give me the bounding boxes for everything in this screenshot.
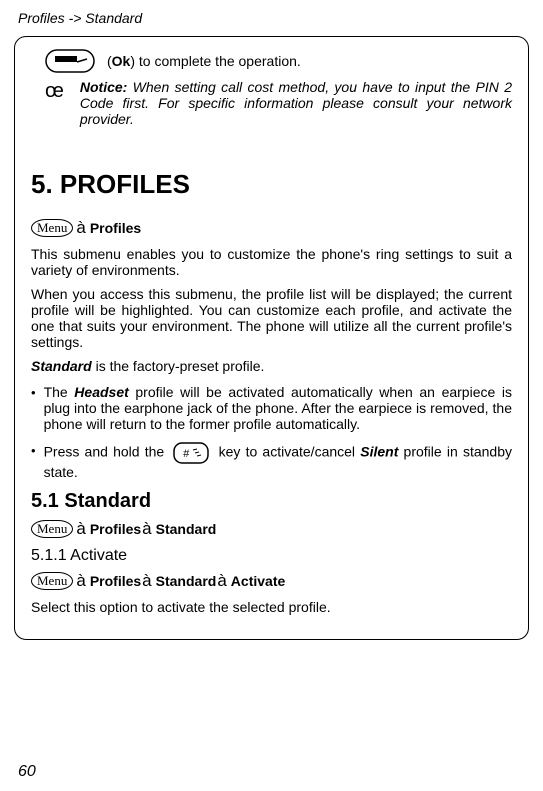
- menu-icon: Menu: [31, 520, 73, 538]
- menu-label: Profiles: [90, 220, 141, 236]
- section-title: 5. PROFILES: [31, 169, 512, 200]
- bullet-text: The Headset profile will be activated au…: [44, 384, 512, 432]
- arrow-icon: à: [142, 571, 151, 591]
- menu-label: Standard: [156, 573, 217, 589]
- content-frame: (Ok) to complete the operation. œ Notice…: [14, 36, 529, 640]
- ok-text: (Ok) to complete the operation.: [107, 53, 301, 69]
- paragraph: Select this option to activate the selec…: [31, 599, 512, 615]
- page-number: 60: [18, 763, 36, 781]
- menu-label: Profiles: [90, 573, 141, 589]
- arrow-icon: à: [217, 571, 226, 591]
- subsection-title: 5.1 Standard: [31, 490, 512, 513]
- ok-line: (Ok) to complete the operation.: [45, 49, 512, 73]
- menu-label: Profiles: [90, 521, 141, 537]
- notice-block: œ Notice: When setting call cost method,…: [31, 79, 512, 127]
- bullet-dot-icon: •: [31, 384, 36, 432]
- menu-path-activate: Menu à Profiles à Standard à Activate: [31, 571, 512, 591]
- paragraph: Standard is the factory-preset profile.: [31, 358, 512, 374]
- menu-path-standard: Menu à Profiles à Standard: [31, 519, 512, 539]
- softkey-icon: [45, 49, 107, 73]
- running-header: Profiles -> Standard: [0, 0, 543, 26]
- subsub-title: 5.1.1 Activate: [31, 547, 512, 565]
- notice-text: Notice: When setting call cost method, y…: [80, 79, 512, 127]
- bullet-item: • The Headset profile will be activated …: [31, 384, 512, 432]
- svg-text:#: #: [183, 448, 190, 460]
- bullet-dot-icon: •: [31, 442, 36, 480]
- bullet-text: Press and hold the # key to activate/can…: [44, 442, 512, 480]
- hash-key-icon: #: [169, 442, 213, 464]
- menu-label: Activate: [231, 573, 285, 589]
- notice-mark-icon: œ: [45, 80, 64, 103]
- arrow-icon: à: [76, 218, 85, 238]
- arrow-icon: à: [76, 571, 85, 591]
- paragraph: This submenu enables you to customize th…: [31, 246, 512, 278]
- menu-icon: Menu: [31, 572, 73, 590]
- arrow-icon: à: [76, 519, 85, 539]
- arrow-icon: à: [142, 519, 151, 539]
- menu-icon: Menu: [31, 219, 73, 237]
- menu-path-profiles: Menu à Profiles: [31, 218, 512, 238]
- bullet-item: • Press and hold the # key to activate/c…: [31, 442, 512, 480]
- paragraph: When you access this submenu, the profil…: [31, 286, 512, 350]
- menu-label: Standard: [156, 521, 217, 537]
